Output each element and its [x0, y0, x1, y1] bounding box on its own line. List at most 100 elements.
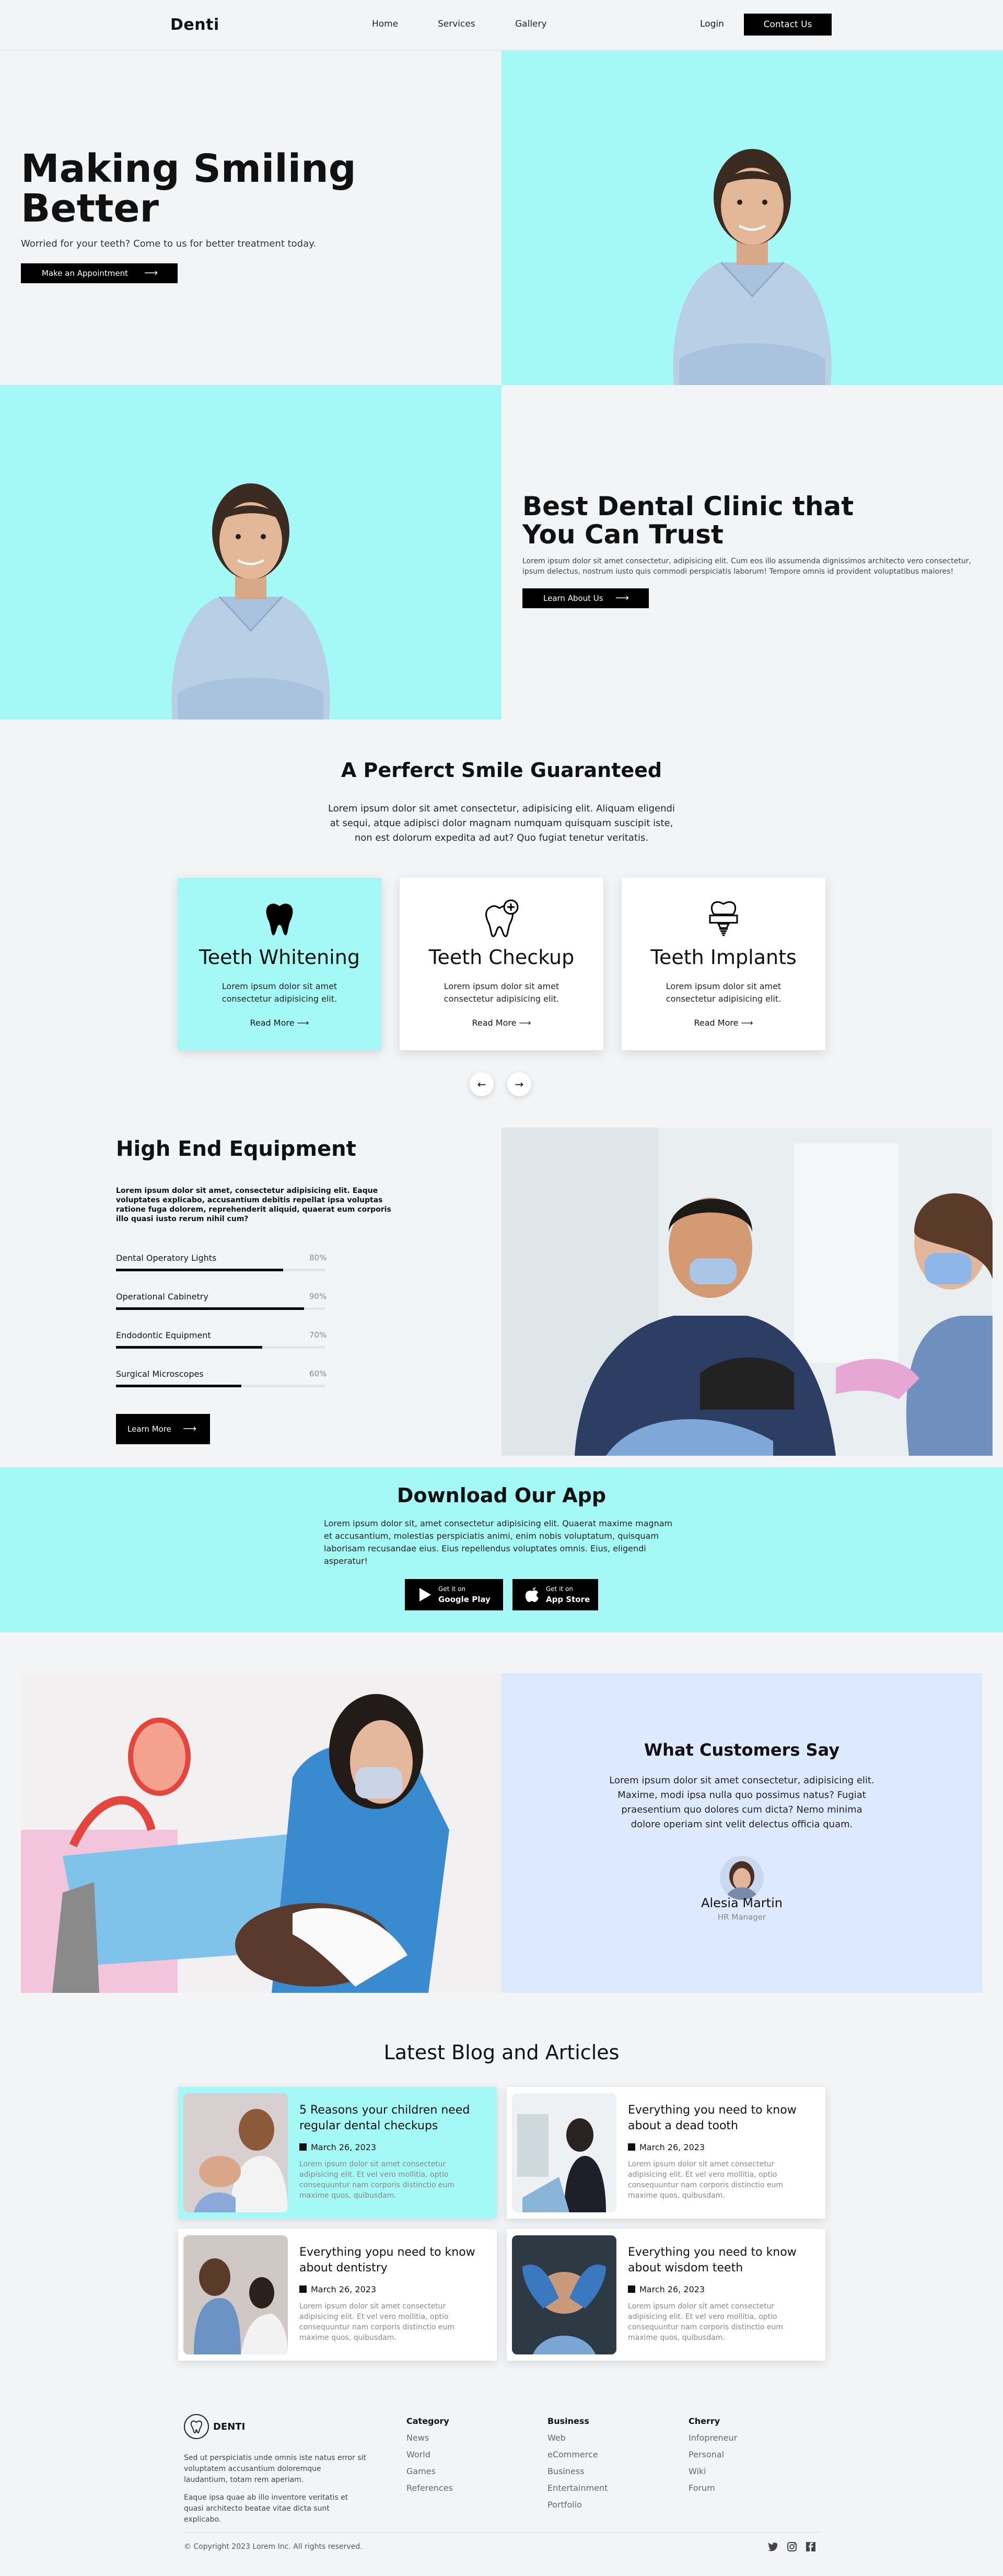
download-text: Lorem ipsum dolor sit, amet consectetur …: [324, 1518, 673, 1566]
progress-fill: [116, 1269, 283, 1271]
blog-post-date: March 26, 2023: [299, 2142, 376, 2152]
service-card-whitening[interactable]: Teeth Whitening Lorem ipsum dolor sit am…: [178, 878, 381, 1050]
blog-post-excerpt: Lorem ipsum dolor sit amet consectetur a…: [628, 2302, 784, 2342]
footer-link[interactable]: Entertainment: [547, 2483, 608, 2493]
arrow-right-icon: ⟶: [519, 1018, 531, 1028]
read-more-link[interactable]: Read More ⟶: [400, 1018, 603, 1028]
blog-post-title[interactable]: Everything you need to know about a dead…: [628, 2103, 816, 2134]
progress-track: [116, 1269, 325, 1271]
tooth-plus-icon: [485, 899, 519, 937]
blog-title: Latest Blog and Articles: [383, 2041, 620, 2064]
footer-link[interactable]: Personal: [689, 2450, 724, 2459]
blog-post-excerpt: Lorem ipsum dolor sit amet consectetur a…: [299, 2160, 455, 2200]
apple-icon: [525, 1587, 539, 1602]
dental-checkup-image: [21, 1673, 501, 1993]
footer-link[interactable]: eCommerce: [547, 2450, 598, 2459]
contact-button[interactable]: Contact Us: [744, 14, 832, 36]
blog-post-title[interactable]: 5 Reasons your children need regular den…: [299, 2103, 487, 2134]
footer-link[interactable]: Portfolio: [547, 2500, 582, 2510]
progress-fill: [116, 1385, 241, 1387]
footer-link[interactable]: News: [406, 2433, 429, 2443]
footer-link[interactable]: Business: [547, 2466, 585, 2476]
copyright: © Copyright 2023 Lorem Inc. All rights r…: [184, 2543, 363, 2551]
read-more-link[interactable]: Read More ⟶: [178, 1018, 381, 1028]
learn-more-label: Learn More: [127, 1424, 171, 1434]
footer-link[interactable]: Games: [406, 2466, 436, 2476]
nav-home[interactable]: Home: [372, 19, 398, 29]
blog-post-image: [183, 2093, 288, 2212]
testimonial-role: HR Manager: [717, 1912, 766, 1922]
nav-services[interactable]: Services: [438, 19, 475, 29]
read-more-link[interactable]: Read More ⟶: [622, 1018, 825, 1028]
service-card-checkup[interactable]: Teeth Checkup Lorem ipsum dolor sit amet…: [400, 878, 603, 1050]
footer-logo[interactable]: DENTI: [213, 2421, 245, 2432]
card-title: Teeth Checkup: [428, 946, 575, 969]
dentist-portrait: [673, 149, 832, 385]
blog-post-date: March 26, 2023: [628, 2284, 705, 2294]
blog-post-date: March 26, 2023: [299, 2284, 376, 2294]
login-link[interactable]: Login: [700, 19, 724, 29]
calendar-icon: [628, 2143, 635, 2151]
nav-gallery[interactable]: Gallery: [515, 19, 547, 29]
card-title: Teeth Whitening: [199, 946, 360, 969]
appointment-button-label: Make an Appointment: [42, 269, 129, 278]
card-text: Lorem ipsum dolor sit amet consectetur a…: [221, 981, 337, 1004]
hero-title: Making Smiling Better: [21, 146, 356, 231]
dentist-portrait: [171, 483, 330, 720]
blog-post[interactable]: Everything yopu need to know about denti…: [178, 2229, 497, 2361]
carousel-next-button[interactable]: →: [507, 1072, 531, 1096]
footer-link[interactable]: Wiki: [689, 2466, 706, 2476]
blog-post[interactable]: 5 Reasons your children need regular den…: [178, 2087, 497, 2219]
appointment-button[interactable]: Make an Appointment ⟶: [21, 263, 178, 283]
arrow-right-icon: ⟶: [297, 1018, 309, 1028]
blog-post-excerpt: Lorem ipsum dolor sit amet consectetur a…: [628, 2160, 784, 2200]
arrow-right-icon: ⟶: [144, 268, 158, 279]
tooth-icon: [266, 903, 293, 935]
smile-text: Lorem ipsum dolor sit amet consectetur, …: [328, 803, 675, 843]
footer-link[interactable]: References: [406, 2483, 453, 2493]
instagram-icon[interactable]: [787, 2542, 797, 2552]
learn-about-button[interactable]: Learn About Us ⟶: [522, 588, 649, 608]
blog-post[interactable]: Everything you need to know about wisdom…: [507, 2229, 825, 2361]
site-header: Denti Home Services Gallery Login Contac…: [0, 0, 1003, 50]
footer-link[interactable]: World: [406, 2450, 430, 2459]
arrow-right-icon: ⟶: [615, 593, 629, 604]
facebook-icon[interactable]: [806, 2542, 816, 2552]
progress-percent: 70%: [309, 1330, 327, 1340]
trust-image-panel: [0, 385, 501, 720]
footer-cherry-head: Cherry: [689, 2416, 720, 2426]
google-play-button[interactable]: Get it on Google Play: [405, 1579, 503, 1610]
learn-more-button[interactable]: Learn More ⟶: [116, 1414, 210, 1444]
footer-link[interactable]: Forum: [689, 2483, 715, 2493]
card-text: Lorem ipsum dolor sit amet consectetur a…: [444, 981, 559, 1004]
blog-post-title[interactable]: Everything yopu need to know about denti…: [299, 2245, 487, 2276]
card-title: Teeth Implants: [650, 946, 797, 969]
blog-post-title[interactable]: Everything you need to know about wisdom…: [628, 2245, 816, 2276]
smile-title: A Perferct Smile Guaranteed: [341, 759, 662, 782]
blog-post-date: March 26, 2023: [628, 2142, 705, 2152]
testimonial-text: Lorem ipsum dolor sit amet consectetur, …: [609, 1775, 874, 1830]
calendar-icon: [299, 2143, 307, 2151]
carousel-prev-button[interactable]: ←: [470, 1072, 494, 1096]
download-title: Download Our App: [396, 1484, 607, 1507]
footer-divider: [184, 2532, 821, 2533]
progress-percent: 60%: [309, 1369, 327, 1378]
testimonial-name: Alesia Martin: [701, 1896, 783, 1910]
logo[interactable]: Denti: [170, 16, 219, 34]
implant-icon: [709, 901, 738, 936]
progress-track: [116, 1307, 325, 1310]
avatar: [720, 1856, 764, 1900]
arrow-right-icon: ⟶: [741, 1018, 753, 1028]
calendar-icon: [628, 2285, 635, 2293]
blog-post[interactable]: Everything you need to know about a dead…: [507, 2087, 825, 2219]
service-card-implants[interactable]: Teeth Implants Lorem ipsum dolor sit ame…: [622, 878, 825, 1050]
app-store-button[interactable]: Get it on App Store: [512, 1579, 598, 1610]
progress-label: Operational Cabinetry: [116, 1292, 208, 1302]
twitter-icon[interactable]: [768, 2542, 778, 2552]
dental-procedure-image: [501, 1128, 993, 1456]
testimonial-title: What Customers Say: [644, 1740, 840, 1760]
footer-link[interactable]: Web: [547, 2433, 566, 2443]
progress-label: Endodontic Equipment: [116, 1330, 211, 1340]
blog-post-image: [512, 2235, 616, 2354]
footer-link[interactable]: Infopreneur: [689, 2433, 737, 2443]
